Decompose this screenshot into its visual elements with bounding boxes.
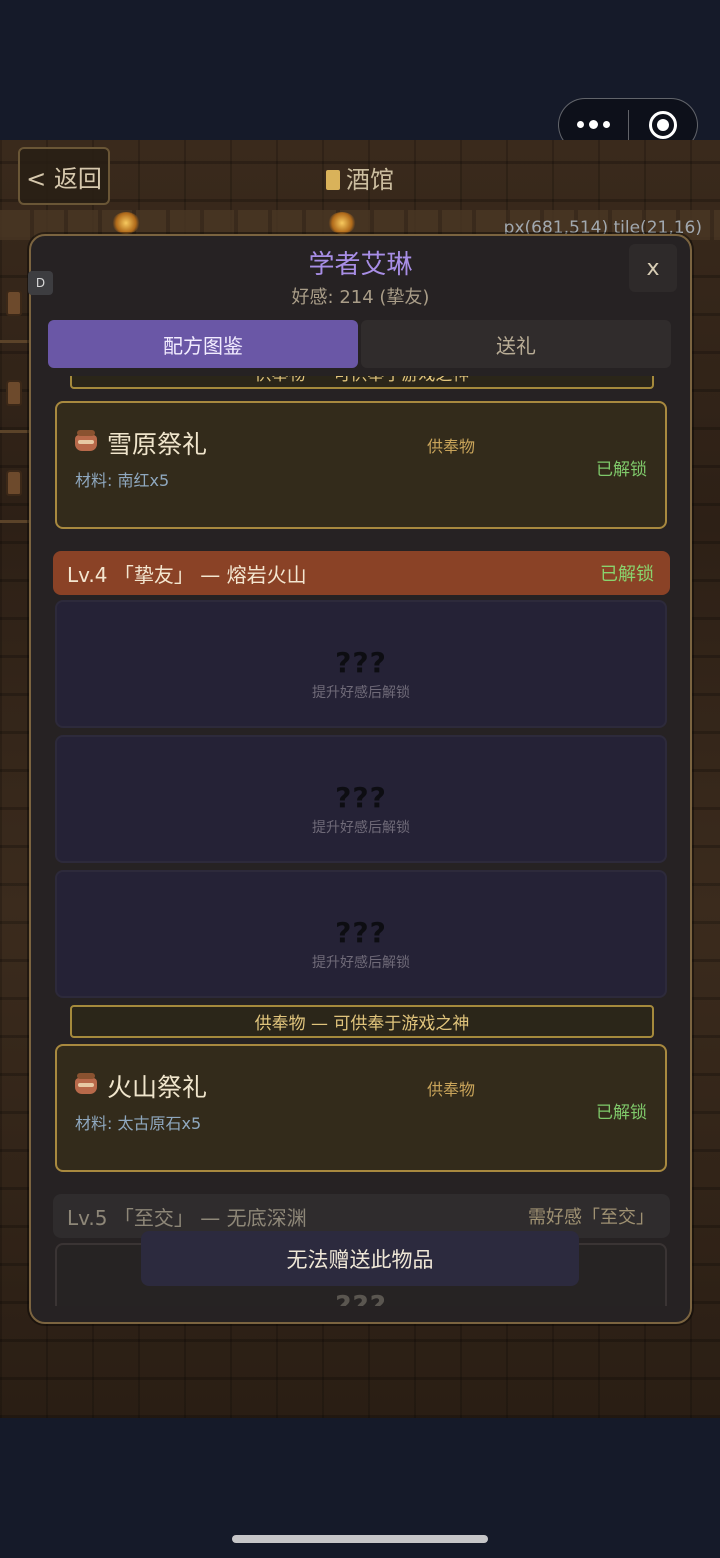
offering-jar-icon	[75, 1073, 97, 1095]
recipe-list[interactable]: 供奉物 — 可供奉于游戏之神 雪原祭礼 供奉物 材料: 南红x5 已解锁 Lv.…	[31, 376, 690, 1306]
recipe-card[interactable]: 火山祭礼 供奉物 材料: 太古原石x5 已解锁	[55, 1044, 667, 1172]
beer-mug-icon	[326, 170, 340, 190]
npc-name: 学者艾琳	[308, 250, 413, 280]
recipe-tag: 供奉物	[427, 1080, 476, 1099]
shelf	[0, 430, 30, 433]
locked-hint: 提升好感后解锁	[312, 955, 410, 971]
close-button[interactable]: x	[629, 244, 677, 292]
close-miniprogram-icon[interactable]	[629, 111, 698, 139]
tab-recipes[interactable]: 配方图鉴	[48, 320, 358, 368]
locked-placeholder: ???	[335, 646, 387, 679]
lamp-icon	[328, 212, 356, 234]
locked-placeholder: ???	[335, 781, 387, 814]
tab-bar: 配方图鉴 送礼	[48, 320, 671, 368]
recipe-status: 已解锁	[596, 460, 647, 480]
bottle-icon	[6, 380, 22, 406]
scene-title: 酒馆	[0, 160, 720, 195]
toast-message: 无法赠送此物品	[141, 1231, 579, 1286]
recipe-material: 材料: 太古原石x5	[75, 1114, 202, 1133]
tab-gift[interactable]: 送礼	[361, 320, 671, 368]
bottle-icon	[6, 290, 22, 316]
recipe-material: 材料: 南红x5	[75, 471, 170, 490]
shelf	[0, 520, 30, 523]
locked-recipe-card: ??? 提升好感后解锁	[55, 735, 667, 863]
locked-recipe-card: ??? 提升好感后解锁	[55, 600, 667, 728]
locked-recipe-card: ??? 提升好感后解锁	[55, 870, 667, 998]
level-label: Lv.4 「挚友」 — 熔岩火山	[67, 562, 307, 587]
recipe-status: 已解锁	[596, 1103, 647, 1123]
locked-hint: 提升好感后解锁	[312, 685, 410, 701]
offering-banner: 供奉物 — 可供奉于游戏之神	[70, 376, 654, 389]
bottle-icon	[6, 470, 22, 496]
recipe-name: 火山祭礼	[107, 1073, 208, 1102]
level-status: 已解锁	[600, 564, 654, 585]
home-indicator[interactable]	[232, 1535, 488, 1543]
locked-placeholder: ???	[335, 1289, 387, 1306]
offering-banner: 供奉物 — 可供奉于游戏之神	[70, 1005, 654, 1038]
scene-title-text: 酒馆	[346, 166, 394, 194]
shelf	[0, 340, 30, 343]
npc-dialog: 学者艾琳 好感: 214 (挚友) x 配方图鉴 送礼 供奉物 — 可供奉于游戏…	[29, 234, 692, 1324]
locked-placeholder: ???	[335, 916, 387, 949]
more-options-icon[interactable]	[559, 120, 628, 129]
level-header-lv4: Lv.4 「挚友」 — 熔岩火山 已解锁	[53, 551, 670, 595]
recipe-card[interactable]: 雪原祭礼 供奉物 材料: 南红x5 已解锁	[55, 401, 667, 529]
affinity-text: 好感: 214 (挚友)	[291, 287, 430, 308]
locked-hint: 提升好感后解锁	[312, 820, 410, 836]
level-label: Lv.5 「至交」 — 无底深渊	[67, 1205, 307, 1230]
level-status: 需好感「至交」	[528, 1207, 654, 1228]
debug-badge[interactable]: D	[28, 271, 53, 295]
screen: < 返回 酒馆 px(681,514) tile(21,16) D 学者艾琳 好…	[0, 0, 720, 1558]
recipe-tag: 供奉物	[427, 437, 476, 456]
offering-jar-icon	[75, 430, 97, 452]
lamp-icon	[112, 212, 140, 234]
recipe-name: 雪原祭礼	[107, 430, 208, 459]
